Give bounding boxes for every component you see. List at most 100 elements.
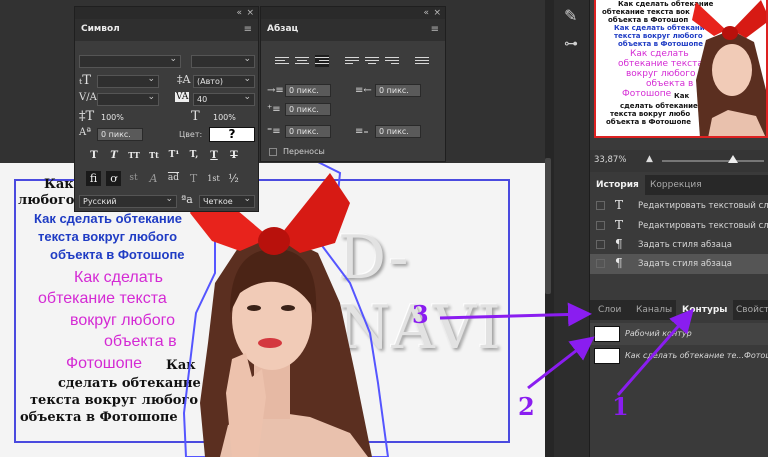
history-tabbar: История Коррекция	[590, 175, 768, 195]
space-before-field[interactable]: 0 пикс.	[285, 125, 331, 138]
ordinals-superscript-button[interactable]: 1st	[206, 171, 221, 186]
tab-symbol[interactable]: Символ	[81, 24, 120, 34]
hyphenate-label: Переносы	[283, 147, 325, 156]
antialias-select[interactable]: Четкое	[199, 194, 255, 208]
tab-paths[interactable]: Контуры	[676, 300, 734, 320]
faux-italic-button[interactable]: T	[107, 149, 121, 162]
close-icon[interactable]: ×	[433, 8, 441, 18]
zoom-slider-track[interactable]	[662, 160, 764, 162]
swash-button[interactable]: st	[126, 171, 141, 186]
paragraph-style-icon: ¶	[615, 256, 623, 270]
color-swatch[interactable]: ?	[209, 127, 255, 142]
indent-first-line-field[interactable]: 0 пикс.	[285, 103, 331, 116]
antialias-icon: ªa	[181, 193, 193, 206]
panel-menu-icon[interactable]: ≡	[244, 24, 252, 35]
history-checkbox[interactable]	[596, 259, 605, 268]
symbol-panel: « × Символ ≡ ₜT ‡A (Авто) V/A VA 40 ‡T 1…	[74, 6, 259, 212]
tab-adjustments[interactable]: Коррекция	[644, 175, 708, 195]
navigator-thumbnail[interactable]: Как сделать обтекание обтекание текста в…	[594, 0, 768, 138]
leading-select[interactable]: (Авто)	[193, 74, 255, 88]
history-item[interactable]: ¶ Задать стиля абзаца	[590, 254, 768, 274]
subscript-button[interactable]: T,	[187, 149, 201, 162]
collapse-icon[interactable]: «	[423, 8, 429, 18]
baseline-shift-field[interactable]: 0 пикс.	[97, 128, 143, 141]
history-checkbox[interactable]	[596, 201, 605, 210]
ligatures-button[interactable]: fi	[86, 171, 101, 186]
history-item-label: Редактировать текстовый слой	[638, 221, 768, 231]
path-item-text-path[interactable]: Как сделать обтекание те...Фотошопе	[590, 345, 768, 367]
path-item-label: Как сделать обтекание те...Фотошопе	[625, 351, 768, 360]
language-select[interactable]: Русский	[79, 194, 177, 208]
stylistic-alternates-button[interactable]: A	[146, 171, 161, 186]
collapse-icon[interactable]: «	[236, 8, 242, 18]
tab-properties[interactable]: Свойств	[730, 300, 768, 320]
close-icon[interactable]: ×	[246, 8, 254, 18]
kerning-select[interactable]	[97, 92, 159, 106]
titling-alternates-button[interactable]: ad	[166, 171, 181, 186]
ordinals-button[interactable]: T	[186, 171, 201, 186]
thumb-photo	[692, 0, 766, 136]
justify-all-button[interactable]	[415, 55, 429, 67]
space-after-field[interactable]: 0 пикс.	[375, 125, 421, 138]
align-center-button[interactable]	[295, 55, 309, 67]
discretionary-ligatures-button[interactable]: ơ	[106, 171, 121, 186]
kerning-icon: V/A	[79, 92, 97, 103]
fractions-button[interactable]: ½	[226, 171, 241, 186]
underline-button[interactable]: T	[207, 149, 221, 162]
tracking-select[interactable]: 40	[193, 92, 255, 106]
type-layer-icon: T	[615, 198, 624, 212]
horizontal-scale-field[interactable]: 100%	[209, 111, 255, 124]
zoom-out-icon[interactable]: ▲	[646, 154, 653, 164]
color-label: Цвет:	[179, 130, 203, 139]
font-style-select[interactable]	[191, 54, 255, 68]
history-item[interactable]: T Редактировать текстовый слой	[590, 216, 768, 236]
history-checkbox[interactable]	[596, 221, 605, 230]
annotation-number-3: 3	[412, 300, 429, 329]
align-left-button[interactable]	[275, 55, 289, 67]
all-caps-button[interactable]: TT	[127, 149, 141, 162]
superscript-button[interactable]: T¹	[167, 149, 181, 162]
annotation-number-2: 2	[518, 392, 535, 421]
leading-icon: ‡A	[177, 73, 191, 86]
vertical-scale-icon: ‡T	[79, 109, 95, 124]
path-item-work-path[interactable]: Рабочий контур	[590, 323, 768, 345]
panel-dock-icons: ✎ ⊶	[554, 0, 590, 457]
space-after-icon: ≡₌	[355, 126, 369, 137]
small-caps-button[interactable]: Tt	[147, 149, 161, 162]
brush-icon[interactable]: ✎	[564, 6, 577, 25]
justify-left-button[interactable]	[345, 55, 359, 67]
history-item-label: Редактировать текстовый слой	[638, 201, 768, 211]
layers-tabbar: Слои Каналы Контуры Свойств	[590, 300, 768, 320]
justify-right-button[interactable]	[385, 55, 399, 67]
tab-channels[interactable]: Каналы	[630, 300, 678, 320]
faux-bold-button[interactable]: T	[87, 149, 101, 162]
history-item[interactable]: T Редактировать текстовый слой	[590, 196, 768, 216]
font-size-icon: ₜT	[79, 73, 91, 88]
indent-left-icon: →≡	[267, 85, 284, 96]
zoom-value[interactable]: 33,87%	[594, 155, 626, 165]
adjust-sliders-icon[interactable]: ⊶	[564, 36, 578, 52]
right-panel-column: Как сделать обтекание обтекание текста в…	[590, 0, 768, 457]
indent-right-field[interactable]: 0 пикс.	[375, 84, 421, 97]
history-checkbox[interactable]	[596, 240, 605, 249]
font-family-select[interactable]	[79, 54, 181, 68]
history-item-label: Задать стиля абзаца	[638, 240, 732, 250]
tab-history[interactable]: История	[590, 175, 645, 195]
indent-left-field[interactable]: 0 пикс.	[285, 84, 331, 97]
horizontal-scale-icon: T	[191, 109, 200, 124]
history-item[interactable]: ¶ Задать стиля абзаца	[590, 235, 768, 255]
panel-menu-icon[interactable]: ≡	[431, 24, 439, 35]
align-right-button[interactable]	[315, 55, 329, 67]
indent-right-icon: ≡←	[355, 85, 372, 96]
hyphenate-checkbox[interactable]	[269, 148, 277, 156]
baseline-shift-icon: Aª	[79, 127, 91, 138]
justify-center-button[interactable]	[365, 55, 379, 67]
font-size-select[interactable]	[97, 74, 159, 88]
vertical-scale-field[interactable]: 100%	[97, 111, 159, 124]
tab-layers[interactable]: Слои	[592, 300, 627, 320]
tab-paragraph[interactable]: Абзац	[267, 24, 298, 34]
canvas-scrollbar-thumb[interactable]	[545, 158, 551, 294]
path-thumbnail	[594, 326, 620, 342]
zoom-slider-handle[interactable]	[728, 155, 738, 163]
strikethrough-button[interactable]: T	[227, 149, 241, 162]
